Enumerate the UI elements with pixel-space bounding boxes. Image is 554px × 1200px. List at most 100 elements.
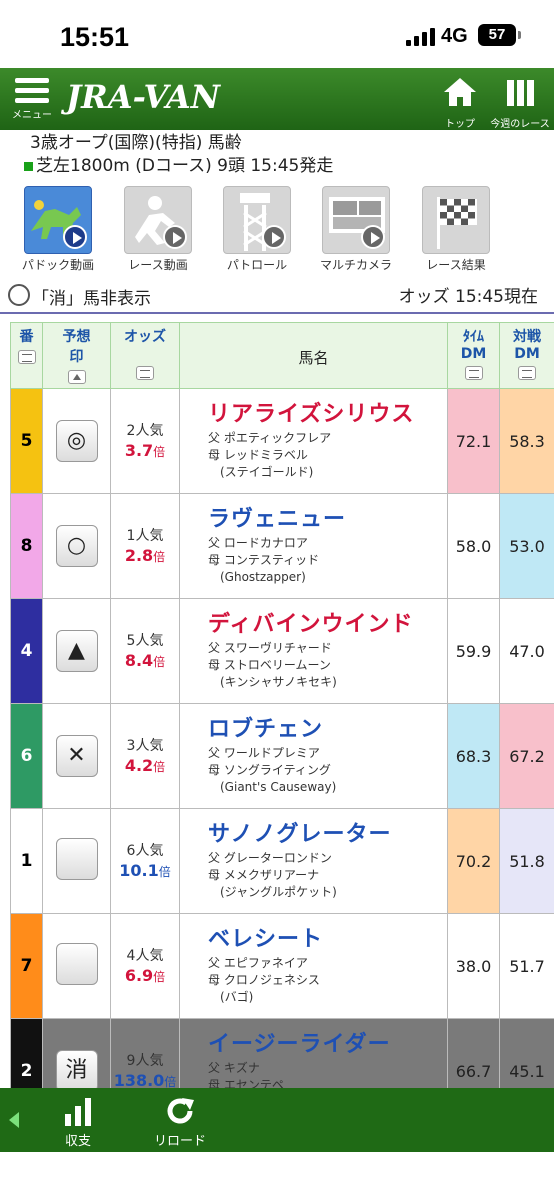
- horse-row[interactable]: 2 消 9人気 138.0倍 イージーライダー父 キズナ母 エセンテペ 66.7 45.1: [10, 1018, 554, 1090]
- signal-icon: [406, 28, 436, 46]
- popularity: 1人気: [126, 527, 164, 544]
- dam: 母 レッドミラベル: [208, 448, 308, 462]
- home-indicator-area: [0, 1152, 554, 1200]
- horse-row[interactable]: 5 ◎ 2人気 3.7倍 リアライズシリウス父 ポエティックフレア母 レッドミラベル (ス…: [10, 388, 554, 494]
- balance-button[interactable]: 収支: [50, 1096, 106, 1149]
- odds-value: 10.1: [119, 860, 159, 880]
- sort-icon[interactable]: [518, 366, 536, 380]
- battle-dm: 53.0: [499, 493, 554, 599]
- odds-value: 8.4: [124, 650, 154, 670]
- horse-row[interactable]: 6 ✕ 3人気 4.2倍 ロブチェン父 ワールドプレミア母 ソングライティング (Gian…: [10, 703, 554, 809]
- hide-scratched-label[interactable]: 「消」馬非表示: [32, 284, 151, 309]
- odds-cell: 5人気 8.4倍: [110, 598, 180, 704]
- popularity: 6人気: [126, 842, 164, 859]
- horse-name[interactable]: ラヴェニュー: [208, 501, 447, 533]
- sort-triangle-icon[interactable]: [67, 370, 86, 384]
- turf-marker-icon: [24, 161, 33, 171]
- sire: 父 ワールドプレミア: [208, 746, 320, 760]
- prediction-mark-button[interactable]: ✕: [55, 735, 98, 777]
- prediction-mark-cell: ✕: [42, 703, 111, 809]
- prediction-mark-cell: ○: [42, 493, 111, 599]
- tower-icon: [223, 186, 291, 254]
- prediction-mark-cell: ◎: [42, 388, 111, 494]
- jockey-icon: [124, 186, 192, 254]
- popularity: 5人気: [126, 632, 164, 649]
- broodmare-sire: (キンシャサノキセキ): [220, 675, 337, 689]
- battle-dm: 51.7: [499, 913, 554, 1019]
- patrol-button[interactable]: パトロール: [207, 186, 307, 273]
- horse-name[interactable]: ロブチェン: [208, 711, 447, 743]
- time-dm: 70.2: [447, 808, 500, 914]
- this-week-label: 今週のレース: [490, 119, 550, 130]
- horse-row[interactable]: 1 6人気 10.1倍 サノノグレーター父 グレーターロンドン母 メメクザリアーナ (ジ…: [10, 808, 554, 914]
- odds-unit: 倍: [153, 969, 166, 984]
- status-time: 15:51: [60, 22, 130, 52]
- menu-label: メニュー: [12, 110, 52, 121]
- prediction-mark-button[interactable]: 消: [55, 1050, 98, 1090]
- race-video-button[interactable]: レース動画: [108, 186, 208, 273]
- horse-row[interactable]: 7 4人気 6.9倍 ベレシート父 エピファネイア母 クロノジェネシス (バゴ) 38.0…: [10, 913, 554, 1019]
- broodmare-sire: (Ghostzapper): [220, 570, 306, 584]
- hide-scratched-checkbox[interactable]: [8, 284, 30, 306]
- horse-name[interactable]: イージーライダー: [208, 1026, 447, 1058]
- balance-label: 収支: [64, 1134, 91, 1149]
- paddock-video-button[interactable]: パドック動画: [8, 186, 108, 273]
- play-icon: [63, 225, 87, 249]
- horse-name[interactable]: リアライズシリウス: [208, 396, 447, 428]
- multi-camera-button[interactable]: マルチカメラ: [306, 186, 406, 273]
- horse-cell: イージーライダー父 キズナ母 エセンテペ: [179, 1018, 448, 1090]
- sort-icon[interactable]: [136, 366, 154, 380]
- columns-icon: [507, 80, 534, 106]
- horse-row[interactable]: 4 ▲ 5人気 8.4倍 ディバインウインド父 スワーヴリチャード母 ストロベリームーン…: [10, 598, 554, 704]
- reload-icon: [167, 1098, 194, 1124]
- popularity: 3人気: [126, 737, 164, 754]
- back-arrow-icon[interactable]: [0, 1088, 30, 1152]
- odds-unit: 倍: [153, 549, 166, 564]
- gate-header: 番: [10, 322, 43, 389]
- odds-header: オッズ: [110, 322, 180, 389]
- play-icon: [361, 225, 385, 249]
- prediction-mark-button[interactable]: [55, 943, 98, 985]
- gate-number: 8: [10, 493, 43, 599]
- horse-cell: ベレシート父 エピファネイア母 クロノジェネシス (バゴ): [179, 913, 448, 1019]
- dam: 母 ストロベリームーン: [208, 658, 331, 672]
- gate-number: 6: [10, 703, 43, 809]
- broodmare-sire: (ジャングルポケット): [220, 885, 337, 899]
- sire: 父 キズナ: [208, 1061, 260, 1075]
- time-dm-header: ﾀｲﾑ DM: [447, 322, 500, 389]
- media-label: パドック動画: [21, 258, 95, 272]
- race-result-button[interactable]: レース結果: [406, 186, 506, 273]
- odds-unit: 倍: [158, 864, 171, 879]
- top-label: トップ: [445, 119, 475, 130]
- horse-name[interactable]: ベレシート: [208, 921, 447, 953]
- gate-number: 5: [10, 388, 43, 494]
- horse-cell: ラヴェニュー父 ロードカナロア母 コンテスティッド (Ghostzapper): [179, 493, 448, 599]
- multicam-icon: [322, 186, 390, 254]
- bottom-toolbar: 収支 リロード: [0, 1088, 554, 1152]
- odds-value: 6.9: [124, 965, 154, 985]
- this-week-races-button[interactable]: 今週のレース: [488, 76, 552, 130]
- popularity: 4人気: [126, 947, 164, 964]
- top-button[interactable]: トップ: [438, 76, 482, 130]
- broodmare-sire: (ステイゴールド): [220, 465, 314, 479]
- horse-name[interactable]: サノノグレーター: [208, 816, 447, 848]
- prediction-mark-button[interactable]: ○: [55, 525, 98, 567]
- bar-chart-icon: [65, 1098, 91, 1126]
- prediction-mark-button[interactable]: [55, 838, 98, 880]
- jra-van-logo[interactable]: JRA-VAN: [66, 78, 220, 116]
- sort-icon[interactable]: [17, 350, 36, 364]
- dam: 母 クロノジェネシス: [208, 973, 320, 987]
- time-dm: 58.0: [447, 493, 500, 599]
- menu-button[interactable]: メニュー: [8, 76, 56, 128]
- sire: 父 スワーヴリチャード: [208, 641, 332, 655]
- horse-name[interactable]: ディバインウインド: [208, 606, 447, 638]
- odds-cell: 6人気 10.1倍: [110, 808, 180, 914]
- sort-icon[interactable]: [464, 366, 483, 380]
- prediction-mark-button[interactable]: ▲: [55, 630, 98, 672]
- prediction-mark-button[interactable]: ◎: [55, 420, 98, 462]
- checkered-flag-icon: [422, 186, 490, 254]
- horse-row[interactable]: 8 ○ 1人気 2.8倍 ラヴェニュー父 ロードカナロア母 コンテスティッド (Ghost…: [10, 493, 554, 599]
- reload-button[interactable]: リロード: [148, 1096, 212, 1149]
- home-icon: [444, 78, 476, 106]
- odds-unit: 倍: [153, 654, 166, 669]
